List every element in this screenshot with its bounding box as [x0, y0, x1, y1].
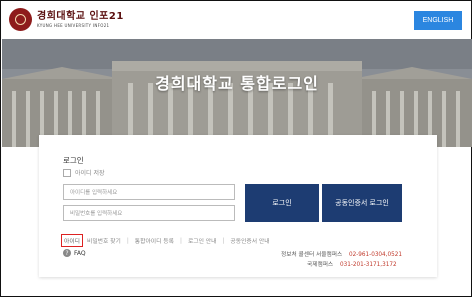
link-separator: | — [126, 237, 129, 244]
global-contact: 국제캠퍼스 031-201-3171,3172 — [307, 259, 397, 268]
password-placeholder: 비밀번호를 입력하세요 — [70, 211, 123, 217]
faq-link[interactable]: ? FAQ — [63, 249, 86, 257]
login-guide-link[interactable]: 로그인 안내 — [188, 236, 217, 245]
global-contact-number: 031-201-3171,3172 — [339, 262, 397, 268]
find-id-link[interactable]: 아이디 — [61, 234, 83, 247]
id-input[interactable]: 아이디를 입력하세요 — [63, 184, 235, 200]
university-seal-icon — [9, 8, 32, 31]
cert-login-button[interactable]: 공동인증서 로그인 — [322, 184, 402, 222]
save-id-option[interactable]: 아이디 저장 — [63, 168, 105, 177]
save-id-label: 아이디 저장 — [75, 170, 105, 177]
seoul-contact: 정보처 콜센터 서울캠퍼스 02-961-0304,0521 — [281, 249, 402, 258]
logo-subtitle: KYUNG HEE UNIVERSITY INFO21 — [37, 22, 110, 28]
save-id-checkbox[interactable] — [63, 168, 71, 177]
link-separator: | — [179, 237, 182, 244]
login-title: 로그인 — [63, 156, 84, 165]
find-password-link[interactable]: 비밀번호 찾기 — [87, 236, 121, 245]
register-id-link[interactable]: 통합아이디 등록 — [135, 236, 174, 245]
id-placeholder: 아이디를 입력하세요 — [70, 190, 118, 196]
question-icon: ? — [63, 249, 71, 257]
link-separator: | — [222, 237, 225, 244]
seoul-contact-label: 정보처 콜센터 서울캠퍼스 — [281, 252, 343, 258]
password-input[interactable]: 비밀번호를 입력하세요 — [63, 205, 235, 221]
login-card: 로그인 아이디 저장 아이디를 입력하세요 비밀번호를 입력하세요 로그인 공동… — [39, 135, 437, 277]
english-button[interactable]: ENGLISH — [414, 11, 462, 30]
hero-title: 경희대학교 통합로그인 — [155, 74, 319, 93]
global-contact-label: 국제캠퍼스 — [307, 262, 334, 268]
page-frame: 경희대학교 인포21 KYUNG HEE UNIVERSITY INFO21 E… — [0, 0, 472, 297]
seoul-contact-number: 02-961-0304,0521 — [349, 252, 402, 258]
cert-guide-link[interactable]: 공동인증서 안내 — [230, 236, 269, 245]
help-links: 아이디 비밀번호 찾기 | 통합아이디 등록 | 로그인 안내 | 공동인증서 … — [61, 234, 270, 247]
faq-label: FAQ — [74, 249, 86, 257]
login-button[interactable]: 로그인 — [245, 184, 319, 222]
university-logo[interactable]: 경희대학교 인포21 KYUNG HEE UNIVERSITY INFO21 — [9, 8, 124, 31]
hero-banner: 경희대학교 통합로그인 — [2, 39, 472, 147]
logo-title: 경희대학교 인포21 — [37, 10, 124, 22]
